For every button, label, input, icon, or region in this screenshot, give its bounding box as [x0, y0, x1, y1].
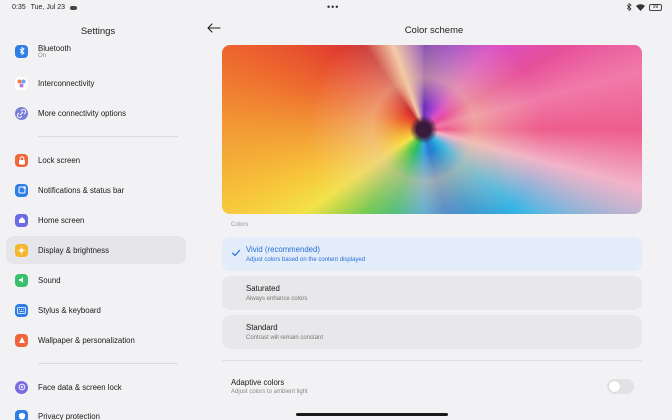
- cloud-icon: [70, 5, 77, 10]
- interconnect-icon: [15, 76, 28, 90]
- keyboard-icon: [15, 303, 28, 317]
- color-preview-image: [222, 45, 642, 214]
- section-divider: [222, 360, 642, 361]
- notification-icon: [15, 183, 28, 197]
- sidebar-item-label: Privacy protection: [38, 411, 100, 420]
- sidebar-item-label: Wallpaper & personalization: [38, 335, 135, 345]
- checkmark-icon: [231, 249, 241, 257]
- sidebar-item-display-brightness[interactable]: Display & brightness: [6, 236, 186, 264]
- link-icon: [15, 106, 28, 120]
- sun-icon: [15, 243, 28, 257]
- option-title: Saturated: [246, 284, 280, 293]
- sidebar-item-label: Interconnectivity: [38, 78, 95, 88]
- sidebar-item-label: Lock screen: [38, 155, 81, 165]
- sidebar-item-label: Sound: [38, 275, 61, 285]
- section-label-colors: Colors: [231, 222, 249, 228]
- privacy-icon: [15, 409, 28, 420]
- bluetooth-icon: [15, 44, 28, 58]
- sidebar-divider: [38, 136, 178, 137]
- sidebar-item-privacy[interactable]: Privacy protection: [6, 402, 186, 420]
- settings-sidebar: Settings Bluetooth On Interconnectivity …: [0, 16, 196, 420]
- sidebar-title: Settings: [80, 26, 116, 37]
- wifi-icon: [636, 3, 645, 11]
- sidebar-item-more-connectivity[interactable]: More connectivity options: [6, 99, 186, 127]
- sidebar-item-lock-screen[interactable]: Lock screen: [6, 146, 186, 174]
- clock: 0:35: [12, 4, 26, 11]
- main-header: Color scheme: [196, 16, 672, 46]
- sidebar-item-label: Stylus & keyboard: [38, 305, 101, 315]
- sidebar-item-label: Display & brightness: [38, 245, 110, 255]
- option-description: Adjust colors based on the content displ…: [246, 257, 366, 263]
- wallpaper-icon: [15, 333, 28, 347]
- sidebar-item-label: Face data & screen lock: [38, 382, 122, 392]
- sidebar-item-wallpaper[interactable]: Wallpaper & personalization: [6, 326, 186, 354]
- option-description: Always enhance colors: [246, 296, 308, 302]
- face-icon: [15, 380, 28, 394]
- home-indicator[interactable]: [296, 413, 448, 416]
- sidebar-item-interconnectivity[interactable]: Interconnectivity: [6, 69, 186, 97]
- sound-icon: [15, 273, 28, 287]
- home-icon: [15, 213, 28, 227]
- sidebar-item-label: Bluetooth: [38, 43, 71, 53]
- date: Tue, Jul 23: [30, 4, 65, 11]
- multitask-dots[interactable]: •••: [327, 2, 339, 12]
- toggle-knob: [609, 381, 620, 392]
- sidebar-item-stylus-keyboard[interactable]: Stylus & keyboard: [6, 296, 186, 324]
- page-title: Color scheme: [404, 25, 464, 36]
- bluetooth-status-icon: [626, 3, 632, 11]
- sidebar-item-face-data[interactable]: Face data & screen lock: [6, 373, 186, 401]
- sidebar-item-sublabel: On: [38, 52, 47, 59]
- option-standard[interactable]: Standard Contrast will remain constant: [222, 315, 642, 349]
- option-description: Contrast will remain constant: [246, 335, 324, 341]
- status-bar: 0:35 Tue, Jul 23 ••• 99: [0, 0, 672, 16]
- battery-icon: 99: [649, 3, 662, 11]
- sidebar-item-notifications[interactable]: Notifications & status bar: [6, 176, 186, 204]
- adaptive-colors-description: Adjust colors to ambient light: [231, 389, 308, 395]
- sidebar-item-label: Notifications & status bar: [38, 185, 125, 195]
- sidebar-item-bluetooth[interactable]: Bluetooth On: [6, 40, 186, 62]
- option-title: Vivid (recommended): [246, 245, 320, 254]
- sidebar-item-sound[interactable]: Sound: [6, 266, 186, 294]
- adaptive-colors-title: Adaptive colors: [231, 378, 285, 387]
- adaptive-colors-toggle[interactable]: [607, 379, 634, 394]
- option-title: Standard: [246, 323, 278, 332]
- option-vivid[interactable]: Vivid (recommended) Adjust colors based …: [222, 237, 642, 271]
- sidebar-divider: [38, 363, 178, 364]
- sidebar-item-home-screen[interactable]: Home screen: [6, 206, 186, 234]
- option-saturated[interactable]: Saturated Always enhance colors: [222, 276, 642, 310]
- sidebar-item-label: Home screen: [38, 215, 85, 225]
- sidebar-item-label: More connectivity options: [38, 108, 126, 118]
- lock-icon: [15, 153, 28, 167]
